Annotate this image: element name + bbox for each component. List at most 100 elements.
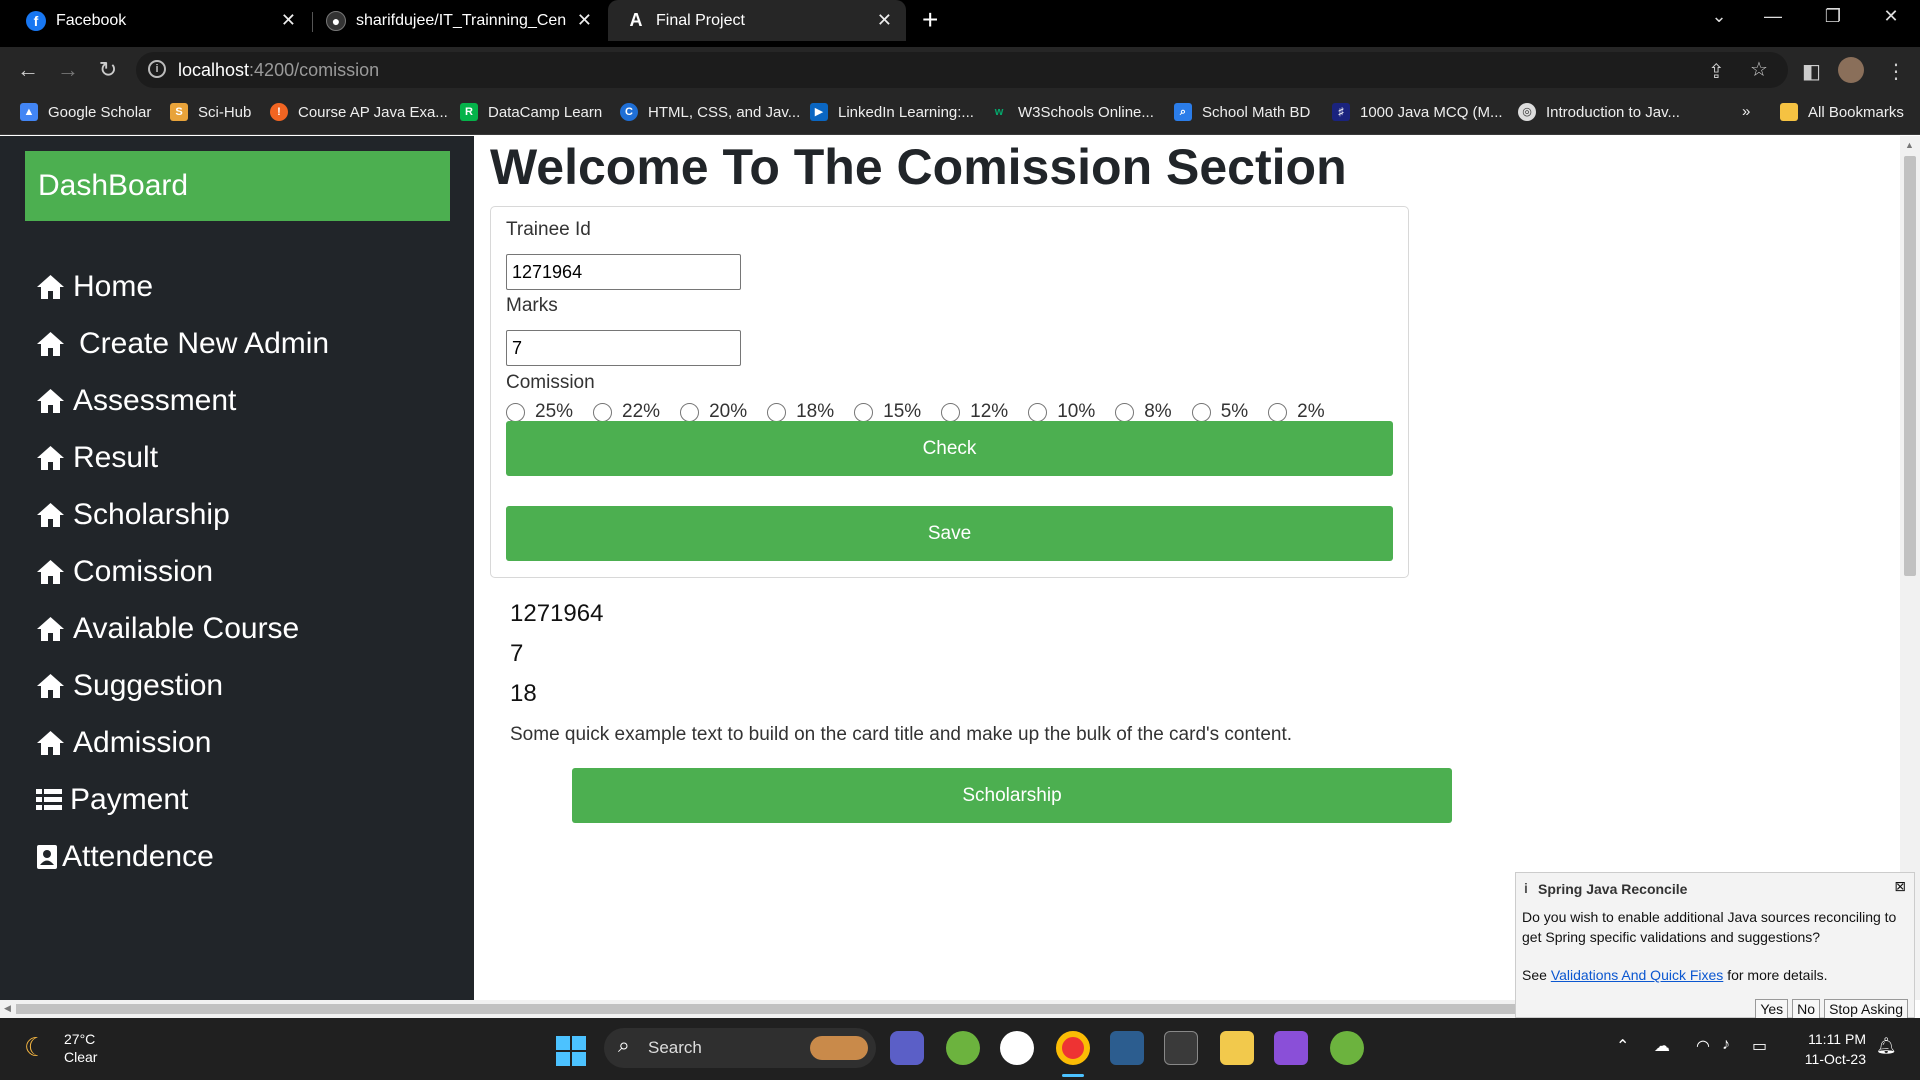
wifi-icon[interactable]: ◠ [1696, 1036, 1710, 1056]
mysql-workbench-icon[interactable] [1110, 1031, 1144, 1065]
menu-kebab-icon[interactable]: ⋮ [1886, 59, 1906, 84]
sidepanel-icon[interactable]: ◧ [1802, 59, 1821, 84]
bookmark-course-ap-java[interactable]: ! Course AP Java Exa... [270, 103, 448, 121]
radio-circle[interactable] [680, 402, 700, 422]
notification-bell-icon[interactable]: 🔔︎ [1876, 1036, 1896, 1056]
back-arrow-icon[interactable]: ← [14, 57, 42, 83]
sidebar-item-available-course[interactable]: Available Course [36, 612, 299, 646]
radio-circle[interactable] [854, 402, 874, 422]
no-button[interactable]: No [1792, 999, 1821, 1019]
app-store-icon[interactable] [1000, 1031, 1034, 1065]
comission-option-15[interactable]: 15% [854, 401, 921, 423]
comission-option-25[interactable]: 25% [506, 401, 573, 423]
visual-studio-icon[interactable] [1274, 1031, 1308, 1065]
stop-asking-button[interactable]: Stop Asking [1824, 999, 1908, 1019]
yes-button[interactable]: Yes [1755, 999, 1789, 1019]
comission-option-12[interactable]: 12% [941, 401, 1008, 423]
vertical-scrollbar[interactable]: ▲ [1900, 136, 1920, 1000]
chrome-icon[interactable] [1056, 1031, 1090, 1065]
dashboard-brand[interactable]: DashBoard [25, 151, 450, 221]
radio-circle[interactable] [593, 402, 613, 422]
windows-start-icon[interactable] [556, 1036, 586, 1066]
save-button[interactable]: Save [506, 506, 1393, 561]
bookmark-sci-hub[interactable]: S Sci-Hub [170, 103, 251, 121]
address-bar[interactable]: i localhost:4200/comission ⇪ ☆ [136, 52, 1788, 88]
sidebar-item-attendence[interactable]: Attendence [36, 840, 214, 874]
tab-facebook[interactable]: f Facebook ✕ [12, 0, 310, 41]
weather-widget[interactable]: 27°C Clear [64, 1030, 97, 1066]
bookmark-html-css[interactable]: C HTML, CSS, and Jav... [620, 103, 800, 121]
tab-final-project[interactable]: A Final Project ✕ [608, 0, 906, 41]
spring-boot-icon[interactable] [1330, 1031, 1364, 1065]
terminal-icon[interactable] [1164, 1031, 1198, 1065]
comission-option-2[interactable]: 2% [1268, 401, 1325, 423]
close-icon[interactable]: ✕ [877, 10, 892, 31]
taskbar-search[interactable]: ⌕ Search [604, 1028, 876, 1068]
scrollbar-thumb[interactable] [16, 1004, 1516, 1014]
bookmark-linkedin-learning[interactable]: ▶ LinkedIn Learning:... [810, 103, 974, 121]
restore-icon[interactable]: ❐ [1818, 6, 1848, 27]
comission-option-10[interactable]: 10% [1028, 401, 1095, 423]
comission-option-5[interactable]: 5% [1191, 401, 1248, 423]
scroll-left-arrow-icon[interactable]: ◀ [4, 1003, 11, 1014]
close-icon[interactable]: ✕ [281, 10, 296, 31]
forward-arrow-icon[interactable]: → [54, 57, 82, 83]
sidebar-item-scholarship[interactable]: Scholarship [36, 498, 230, 532]
spring-tool-suite-icon[interactable] [946, 1031, 980, 1065]
validations-link[interactable]: Validations And Quick Fixes [1551, 967, 1724, 983]
sidebar-item-comission[interactable]: Comission [36, 555, 213, 589]
new-tab-button[interactable]: + [922, 4, 938, 36]
reload-icon[interactable]: ↻ [94, 57, 122, 83]
meet-app-icon[interactable] [890, 1031, 924, 1065]
radio-circle[interactable] [1115, 402, 1135, 422]
comission-option-20[interactable]: 20% [680, 401, 747, 423]
scrollbar-thumb[interactable] [1904, 156, 1916, 576]
comission-option-22[interactable]: 22% [593, 401, 660, 423]
file-explorer-icon[interactable] [1220, 1031, 1254, 1065]
sidebar-item-create-new-admin[interactable]: Create New Admin [36, 327, 329, 361]
tab-github[interactable]: ● sharifdujee/IT_Trainning_Center_ ✕ [314, 0, 606, 41]
scholarship-button[interactable]: Scholarship [572, 768, 1452, 823]
bookmark-google-scholar[interactable]: ▲ Google Scholar [20, 103, 151, 121]
bookmark-w3schools[interactable]: w W3Schools Online... [990, 103, 1154, 121]
close-icon[interactable]: ⊠ [1894, 878, 1906, 895]
sidebar-item-suggestion[interactable]: Suggestion [36, 669, 223, 703]
comission-option-8[interactable]: 8% [1115, 401, 1172, 423]
sidebar-item-result[interactable]: Result [36, 441, 158, 475]
battery-icon[interactable]: ▭ [1752, 1036, 1767, 1056]
check-button[interactable]: Check [506, 421, 1393, 476]
sidebar-item-payment[interactable]: Payment [36, 783, 188, 817]
radio-circle[interactable] [506, 402, 525, 422]
scroll-up-arrow-icon[interactable]: ▲ [1905, 140, 1914, 150]
all-bookmarks[interactable]: All Bookmarks [1780, 103, 1904, 121]
volume-icon[interactable]: ♪ [1722, 1036, 1730, 1054]
radio-circle[interactable] [1191, 402, 1211, 422]
marks-input[interactable] [506, 330, 741, 366]
close-icon[interactable]: ✕ [577, 10, 592, 31]
window-close-icon[interactable]: ✕ [1876, 6, 1906, 27]
tab-search-chevron-icon[interactable]: ⌄ [1704, 6, 1734, 27]
radio-circle[interactable] [941, 402, 961, 422]
site-info-icon[interactable]: i [148, 60, 166, 78]
bookmark-intro-java[interactable]: ◎ Introduction to Jav... [1518, 103, 1680, 121]
onedrive-icon[interactable]: ☁ [1654, 1036, 1670, 1056]
radio-circle[interactable] [1028, 402, 1048, 422]
bookmarks-overflow-chevron[interactable]: » [1742, 103, 1750, 120]
minimize-icon[interactable]: — [1758, 6, 1788, 27]
comission-option-18[interactable]: 18% [767, 401, 834, 423]
bookmark-java-mcq[interactable]: ♯ 1000 Java MCQ (M... [1332, 103, 1503, 121]
clock[interactable]: 11:11 PM 11-Oct-23 [1796, 1029, 1866, 1069]
avatar[interactable] [1838, 57, 1864, 83]
sidebar-item-assessment[interactable]: Assessment [36, 384, 236, 418]
bookmark-school-math-bd[interactable]: ⌕ School Math BD [1174, 103, 1310, 121]
radio-circle[interactable] [1268, 402, 1288, 422]
radio-circle[interactable] [767, 402, 787, 422]
trainee-id-input[interactable] [506, 254, 741, 290]
tray-chevron-up-icon[interactable]: ⌃ [1616, 1036, 1629, 1056]
sidebar-item-admission[interactable]: Admission [36, 726, 211, 760]
star-icon[interactable]: ☆ [1750, 57, 1768, 82]
facebook-icon: f [26, 10, 46, 31]
sidebar-item-home[interactable]: Home [36, 270, 153, 304]
share-icon[interactable]: ⇪ [1708, 59, 1725, 84]
bookmark-datacamp[interactable]: R DataCamp Learn [460, 103, 602, 121]
